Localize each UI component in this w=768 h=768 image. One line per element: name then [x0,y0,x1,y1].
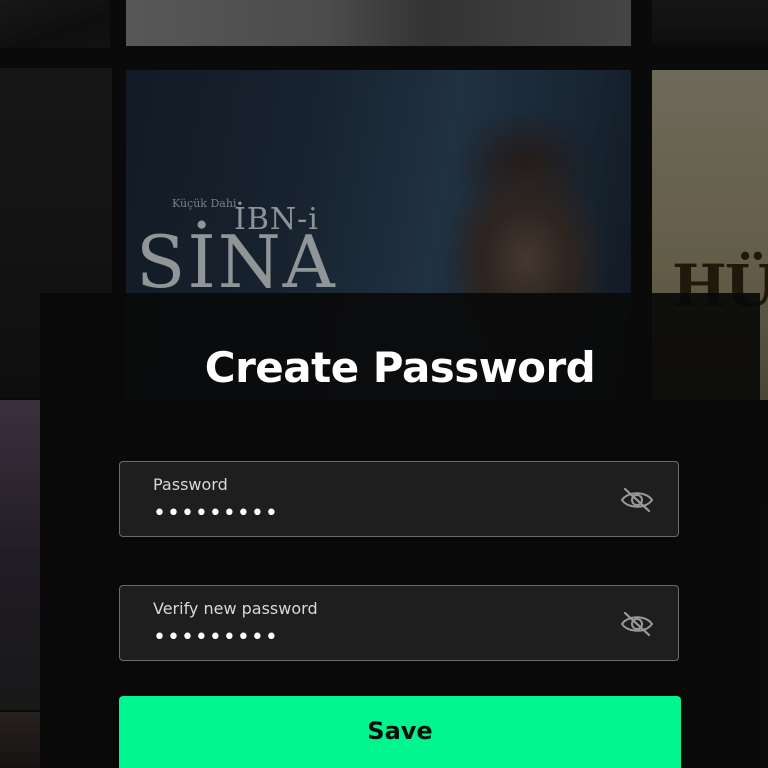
password-label: Password [153,475,228,494]
create-password-dialog: Create Password Password Verify new pass… [40,293,760,768]
password-input[interactable] [153,500,593,526]
verify-password-field[interactable]: Verify new password [119,585,679,661]
eye-off-icon[interactable] [620,610,654,638]
app-screen: Küçük Dahi İBN-i SİNA HÜ Create Password… [0,0,768,768]
dialog-title: Create Password [204,343,596,392]
eye-off-icon[interactable] [620,486,654,514]
save-button[interactable]: Save [119,696,681,768]
verify-password-label: Verify new password [153,599,318,618]
verify-password-input[interactable] [153,624,593,650]
password-field[interactable]: Password [119,461,679,537]
